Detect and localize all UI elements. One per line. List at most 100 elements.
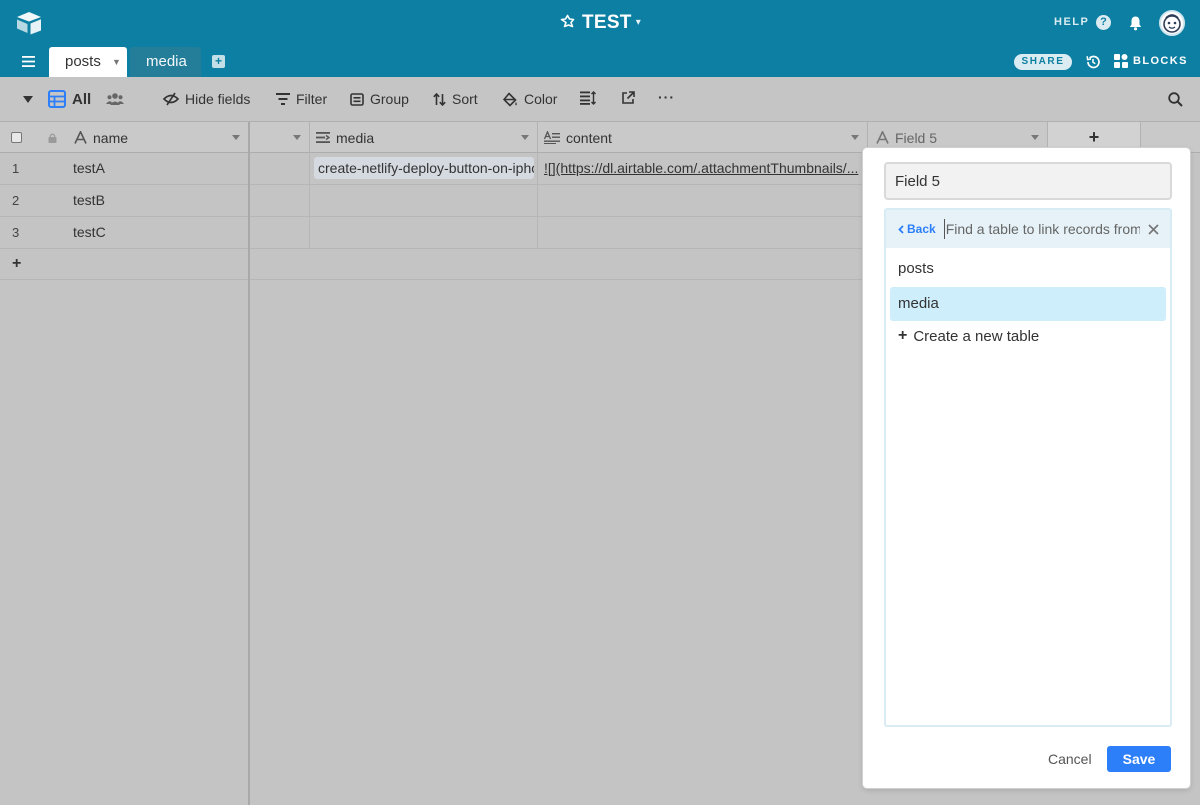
close-icon[interactable] — [1148, 223, 1159, 235]
row-number: 3 — [12, 225, 20, 240]
view-name: All — [72, 90, 92, 108]
row-height-icon — [580, 91, 596, 105]
base-title[interactable]: TEST ▾ — [0, 12, 1200, 34]
create-table-button[interactable]: + Create a new table — [898, 327, 1039, 345]
cell-media[interactable]: create-netlify-deploy-button-on-iphone — [310, 153, 538, 184]
long-text-icon — [544, 131, 560, 144]
cell-blank[interactable] — [250, 185, 310, 216]
find-table-input[interactable] — [943, 219, 1140, 239]
hide-fields-label: Hide fields — [185, 91, 251, 107]
cell-content[interactable]: ![](https://dl.airtable.com/.attachmentT… — [538, 153, 868, 184]
frozen-column-divider[interactable] — [248, 122, 250, 805]
filter-label: Filter — [296, 91, 328, 107]
row-number: 1 — [12, 161, 20, 176]
app-header: TEST ▾ HELP ? posts ▼ media + SHARE BLOC… — [0, 0, 1200, 77]
share-view-button[interactable] — [621, 91, 635, 105]
text-icon — [876, 131, 889, 144]
add-row-button[interactable]: + — [0, 249, 868, 280]
table-row[interactable]: 1 testA create-netlify-deploy-button-on-… — [0, 153, 868, 185]
column-menu-caret-icon[interactable] — [521, 135, 529, 140]
search-icon[interactable] — [1168, 92, 1183, 107]
column-menu-caret-icon[interactable] — [1031, 135, 1039, 140]
group-label: Group — [370, 91, 409, 107]
row-number: 2 — [12, 193, 20, 208]
linked-record-chip[interactable]: create-netlify-deploy-button-on-iphone — [314, 157, 534, 179]
more-options-button[interactable]: ··· — [658, 89, 675, 105]
user-avatar[interactable] — [1159, 10, 1185, 36]
save-button[interactable]: Save — [1107, 746, 1171, 772]
column-menu-caret-icon[interactable] — [232, 135, 240, 140]
group-icon — [350, 92, 364, 106]
sort-icon — [433, 92, 446, 106]
cell-name[interactable]: testB — [63, 185, 250, 216]
sort-button[interactable]: Sort — [433, 91, 478, 107]
column-menu-caret-icon[interactable] — [851, 135, 859, 140]
filter-icon — [276, 93, 290, 105]
views-sidebar-toggle-icon[interactable] — [23, 96, 33, 103]
blocks-button[interactable]: BLOCKS — [1114, 54, 1188, 68]
create-table-label: Create a new table — [913, 327, 1040, 345]
group-button[interactable]: Group — [350, 91, 409, 107]
cell-name[interactable]: testC — [63, 217, 250, 248]
back-label: Back — [907, 222, 936, 236]
tab-media[interactable]: media — [130, 47, 201, 77]
link-table-picker: Back posts media + Create a new table — [884, 208, 1172, 727]
avatar-face-icon — [1163, 14, 1181, 33]
link-picker-header: Back — [886, 210, 1170, 248]
cell-name[interactable]: testA — [63, 153, 250, 184]
tab-posts[interactable]: posts ▼ — [49, 47, 127, 77]
text-icon — [74, 131, 87, 144]
field-name-input[interactable] — [884, 162, 1172, 200]
column-label: content — [566, 129, 612, 146]
base-icon — [560, 14, 575, 28]
base-name: TEST — [581, 12, 632, 33]
column-header-hidden[interactable] — [250, 122, 310, 153]
tab-caret-icon[interactable]: ▼ — [112, 47, 121, 77]
column-label: Field 5 — [895, 129, 938, 146]
menu-icon[interactable] — [22, 56, 35, 67]
cell-media[interactable] — [310, 185, 538, 216]
back-button[interactable]: Back — [898, 222, 936, 236]
color-button[interactable]: Color — [503, 91, 557, 107]
hide-fields-button[interactable]: Hide fields — [163, 91, 250, 107]
history-icon[interactable] — [1085, 54, 1101, 70]
view-switcher[interactable]: All — [48, 90, 91, 108]
help-icon[interactable]: ? — [1096, 15, 1111, 30]
cancel-button[interactable]: Cancel — [1048, 751, 1092, 767]
cell-media[interactable] — [310, 217, 538, 248]
table-option-media[interactable]: media — [890, 287, 1166, 321]
select-all-checkbox[interactable] — [11, 132, 22, 143]
column-header-name[interactable]: name — [66, 122, 250, 153]
column-menu-caret-icon[interactable] — [293, 135, 301, 140]
blocks-icon — [1114, 54, 1128, 68]
collaborators-button[interactable] — [106, 92, 124, 106]
sort-label: Sort — [452, 91, 478, 107]
cell-blank[interactable] — [250, 153, 310, 184]
table-row[interactable]: 3 testC — [0, 217, 868, 249]
lock-cell — [36, 122, 66, 153]
filter-button[interactable]: Filter — [276, 91, 327, 107]
tab-label: media — [146, 53, 187, 70]
add-table-button[interactable]: + — [212, 55, 225, 68]
help-button[interactable]: HELP — [1054, 16, 1089, 28]
lock-icon — [48, 133, 57, 143]
cell-blank[interactable] — [250, 217, 310, 248]
cell-content[interactable] — [538, 185, 868, 216]
base-caret-icon: ▾ — [635, 17, 642, 28]
bell-icon[interactable] — [1128, 15, 1143, 31]
column-label: media — [336, 129, 375, 146]
select-all-cell — [0, 122, 36, 153]
table-option-posts[interactable]: posts — [890, 252, 1166, 286]
row-height-button[interactable] — [580, 91, 596, 105]
people-icon — [106, 93, 124, 105]
paint-bucket-icon — [503, 91, 517, 107]
share-button[interactable]: SHARE — [1014, 54, 1072, 70]
column-header-media[interactable]: media — [310, 122, 538, 153]
color-label: Color — [524, 91, 558, 107]
field-editor-dialog: Back posts media + Create a new table Ca… — [863, 148, 1190, 788]
table-row[interactable]: 2 testB — [0, 185, 868, 217]
plus-icon: + — [898, 327, 908, 344]
view-toolbar: All Hide fields Filter Group Sort Color … — [0, 77, 1200, 122]
column-header-content[interactable]: content — [538, 122, 868, 153]
cell-content[interactable] — [538, 217, 868, 248]
